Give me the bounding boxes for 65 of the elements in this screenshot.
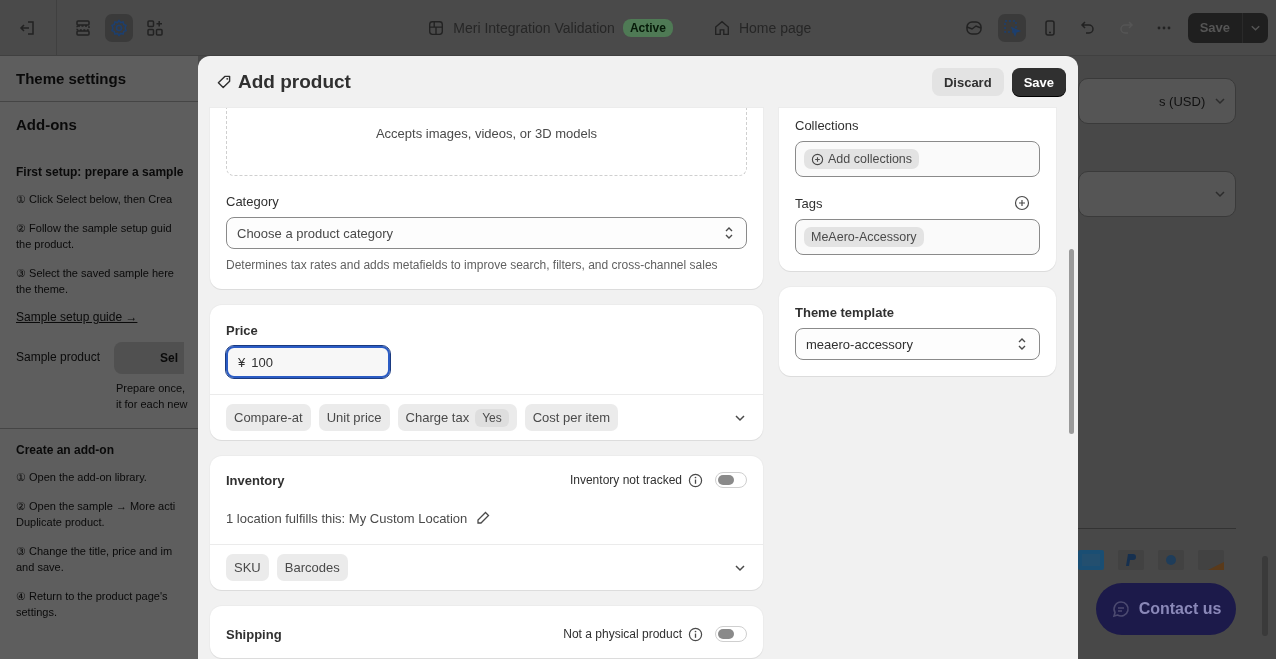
step-text: ③ Change the title, price and im and save. [16, 544, 174, 575]
toggle-switch[interactable] [715, 626, 747, 642]
field-label: Tags [795, 195, 824, 211]
payment-card-icon [1158, 550, 1184, 570]
step-text: ③ Select the saved sample here the theme. [16, 266, 175, 297]
chat-icon [1110, 599, 1131, 619]
info-icon[interactable] [688, 626, 703, 642]
step-text: ① Click Select below, then Crea [16, 192, 174, 207]
cursor-select-icon[interactable] [997, 13, 1026, 42]
step-text: ④ Return to the product page's settings. [16, 589, 169, 620]
media-dropzone[interactable]: Accepts images, videos, or 3D models [226, 108, 747, 176]
location-text: 1 location fulfills this: My Custom Location [226, 510, 468, 526]
select-arrows-icon [724, 226, 734, 240]
info-icon[interactable] [688, 472, 703, 488]
add-icon[interactable] [1014, 195, 1030, 211]
section-heading: Theme template [795, 305, 895, 320]
store-icon [427, 18, 446, 37]
payment-card-icon [1118, 550, 1144, 570]
option-pill[interactable]: Cost per item [524, 404, 619, 431]
option-pill[interactable]: Barcodes [276, 554, 348, 581]
section-heading: Create an add-on [16, 443, 114, 457]
section-heading: Inventory [226, 472, 286, 488]
pencil-icon[interactable] [475, 510, 492, 526]
select-arrows-icon [1017, 337, 1027, 351]
template-select[interactable]: meaero-accessory [795, 328, 1040, 360]
contact-button[interactable]: Contact us [1096, 583, 1236, 635]
option-pill[interactable]: Compare-at [226, 404, 311, 431]
section-heading: Price [226, 323, 259, 338]
status-badge: Active [622, 18, 673, 37]
hint-text: Prepare once, it for each new [116, 381, 188, 412]
home-icon [712, 18, 731, 37]
settings-icon[interactable] [105, 13, 133, 42]
tag-icon [216, 74, 232, 90]
field-label: Collections [795, 118, 860, 133]
option-pill[interactable]: Unit price [318, 404, 390, 431]
collections-field[interactable]: Add collections [795, 141, 1040, 177]
option-pill[interactable]: Charge tax Yes [397, 404, 517, 431]
plus-circle-icon [811, 152, 824, 166]
tags-field[interactable]: MeAero-Accessory [795, 219, 1040, 255]
option-pill[interactable]: SKU [226, 554, 269, 581]
currency-symbol: ¥ [238, 354, 246, 370]
field-label: Sample product [16, 349, 101, 364]
payment-card-icon [1198, 550, 1224, 570]
step-text: ① Open the add-on library. [16, 470, 148, 485]
payment-card-icon [1078, 550, 1104, 570]
toggle-label: Inventory not tracked [569, 473, 682, 487]
panel-subtitle: Add-ons [15, 115, 78, 135]
category-select[interactable]: Choose a product category [226, 217, 747, 249]
select-field[interactable] [1078, 171, 1236, 217]
field-label: Category [226, 194, 280, 209]
status-badge: Yes [475, 408, 509, 427]
add-collections-chip[interactable]: Add collections [804, 149, 920, 169]
tag-chip[interactable]: MeAero-Accessory [804, 227, 924, 247]
media-hint: Accepts images, videos, or 3D models [375, 126, 598, 143]
save-button[interactable]: Save [1011, 68, 1066, 96]
toggle-switch[interactable] [715, 472, 747, 488]
discard-button[interactable]: Discard [931, 68, 1004, 96]
price-field[interactable]: ¥ 100 [226, 346, 390, 378]
help-text: Determines tax rates and adds metafields to improve search, filters, and cross-channel sales [226, 257, 719, 273]
section-heading: Shipping [226, 626, 283, 642]
toggle-label: Not a physical product [563, 627, 682, 641]
step-text: ② Open the sample → More acti Duplicate product. [16, 499, 177, 530]
section-heading: First setup: prepare a sample [16, 165, 184, 179]
step-text: ② Follow the sample setup guid the product. [16, 221, 173, 252]
dialog-title: Add product [238, 71, 352, 93]
